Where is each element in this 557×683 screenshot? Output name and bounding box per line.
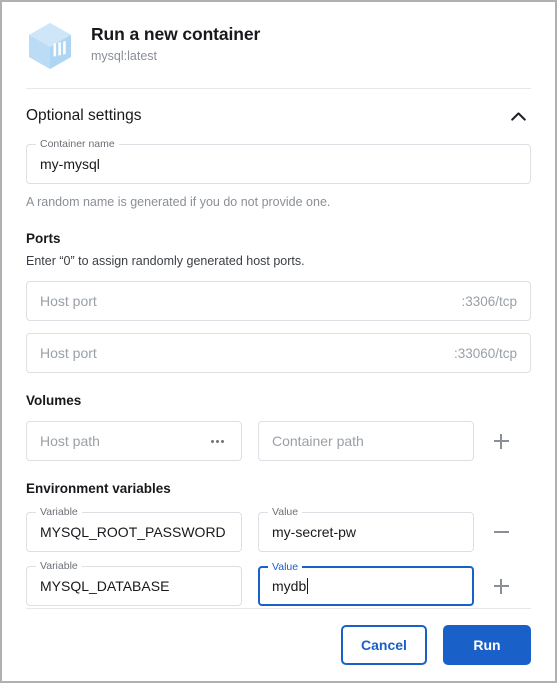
env-value-value-1: my-secret-pw xyxy=(272,524,357,540)
env-value-input-1[interactable]: Value my-secret-pw xyxy=(258,506,474,552)
env-variable-input-2[interactable]: Variable MYSQL_DATABASE xyxy=(26,560,242,606)
env-value-label-2: Value xyxy=(268,561,303,573)
volumes-title: Volumes xyxy=(26,393,82,408)
ellipsis-icon[interactable] xyxy=(207,436,228,447)
run-button[interactable]: Run xyxy=(443,625,531,665)
env-variable-label-2: Variable xyxy=(36,560,82,572)
plus-icon xyxy=(493,578,509,594)
minus-icon xyxy=(493,525,509,540)
cancel-button[interactable]: Cancel xyxy=(341,625,427,665)
container-port-suffix-1: :3306/tcp xyxy=(461,293,517,309)
volume-row: Host path Container path xyxy=(26,421,531,461)
host-port-input-1[interactable]: Host port :3306/tcp xyxy=(26,281,531,321)
container-path-input[interactable]: Container path xyxy=(258,421,474,461)
host-path-placeholder: Host path xyxy=(40,433,100,449)
host-port-input-2[interactable]: Host port :33060/tcp xyxy=(26,333,531,373)
dialog-body: Optional settings Container name my-mysq… xyxy=(2,89,555,608)
host-path-input[interactable]: Host path xyxy=(26,421,242,461)
container-port-suffix-2: :33060/tcp xyxy=(453,345,517,361)
env-value-value-2: mydb xyxy=(272,578,307,594)
header-text-block: Run a new container mysql:latest xyxy=(91,19,260,65)
optional-settings-header[interactable]: Optional settings xyxy=(26,89,531,140)
dialog-footer: Cancel Run xyxy=(2,609,555,681)
remove-environment-variable-button[interactable] xyxy=(490,521,512,543)
ports-helper: Enter “0” to assign randomly generated h… xyxy=(26,254,305,268)
dialog-header: Run a new container mysql:latest xyxy=(2,2,555,88)
env-variable-value-2: MYSQL_DATABASE xyxy=(40,578,170,594)
plus-icon xyxy=(493,433,509,449)
image-name-subtitle: mysql:latest xyxy=(91,49,157,63)
container-name-input[interactable]: Container name my-mysql xyxy=(26,138,531,184)
environment-variable-row: Variable MYSQL_ROOT_PASSWORD Value my-se… xyxy=(26,506,531,552)
container-name-value: my-mysql xyxy=(40,156,100,172)
chevron-up-icon[interactable] xyxy=(505,103,531,129)
optional-settings-title: Optional settings xyxy=(26,107,142,124)
add-volume-button[interactable] xyxy=(490,430,512,452)
env-variable-label-1: Variable xyxy=(36,506,82,518)
env-value-label-1: Value xyxy=(268,506,303,518)
container-path-placeholder: Container path xyxy=(272,433,364,449)
ports-title: Ports xyxy=(26,231,61,246)
host-port-placeholder-1: Host port xyxy=(40,293,97,309)
container-box-icon xyxy=(26,21,74,71)
container-name-label: Container name xyxy=(36,138,119,150)
text-cursor xyxy=(307,578,309,594)
host-port-placeholder-2: Host port xyxy=(40,345,97,361)
run-new-container-dialog: Run a new container mysql:latest Optiona… xyxy=(0,0,557,683)
environment-variables-title: Environment variables xyxy=(26,481,171,496)
add-environment-variable-button[interactable] xyxy=(490,575,512,597)
page-title: Run a new container xyxy=(91,24,261,44)
container-name-helper: A random name is generated if you do not… xyxy=(26,195,331,209)
environment-variable-row: Variable MYSQL_DATABASE Value mydb xyxy=(26,560,531,606)
env-variable-input-1[interactable]: Variable MYSQL_ROOT_PASSWORD xyxy=(26,506,242,552)
env-value-input-2[interactable]: Value mydb xyxy=(258,561,474,606)
env-variable-value-1: MYSQL_ROOT_PASSWORD xyxy=(40,524,226,540)
